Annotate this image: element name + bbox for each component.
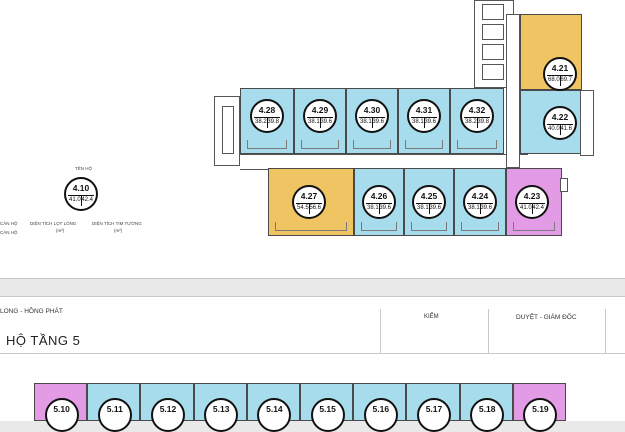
unit-code: 5.17 (425, 404, 443, 414)
legend-left-1: CĂN HỘ (0, 221, 18, 226)
badge-4-25: 4.25 38.1 39.6 (412, 185, 446, 219)
unit-code: 5.16 (372, 404, 390, 414)
unit-5-14: 5.14 (246, 383, 300, 432)
title-col-3 (605, 309, 606, 353)
legend-left-2: CĂN HỘ (0, 230, 18, 235)
lift-4 (482, 64, 504, 80)
unit-5-19: 5.19 (512, 383, 566, 432)
floor5-row: 5.10 5.11 5.12 5.13 5.14 5.15 5.16 5.17 5.18 5.19 (34, 383, 566, 432)
wing-service (580, 90, 594, 156)
floor5-sheet: LONG - HỒNG PHÁT KIỂM DUYỆT - GIÁM ĐỐC H… (0, 296, 625, 432)
left-landing (222, 106, 234, 154)
badge-4-23: 4.23 41.0 42.4 (515, 185, 549, 219)
lift-1 (482, 4, 504, 20)
unit-code: 5.12 (159, 404, 177, 414)
check-label: KIỂM (424, 314, 439, 320)
unit-code: 5.13 (212, 404, 230, 414)
unit-code: 5.10 (53, 404, 70, 414)
title-col-2 (488, 309, 489, 353)
company-name: LONG - HỒNG PHÁT (0, 308, 63, 315)
unit-code: 5.11 (106, 404, 123, 414)
legend-label-top: TÊN HỘ (75, 166, 93, 171)
badge-5-19: 5.19 (523, 398, 558, 432)
badge-5-17: 5.17 (416, 398, 451, 432)
badge-4-24: 4.24 38.1 39.6 (463, 185, 497, 219)
unit-code: 5.14 (266, 404, 283, 414)
badge-4-31: 4.31 38.1 39.6 (407, 99, 441, 133)
unit-code: 5.18 (478, 404, 496, 414)
unit-5-18: 5.18 (459, 383, 513, 432)
badge-4-22: 4.22 40.0 41.6 (543, 106, 577, 140)
unit-5-15: 5.15 (300, 383, 354, 432)
unit-5-17: 5.17 (406, 383, 460, 432)
badge-5-12: 5.12 (150, 398, 185, 432)
wing-corridor (506, 14, 520, 168)
unit-code: 5.15 (319, 404, 336, 414)
drawing-title: HỘ TẦNG 5 (6, 333, 81, 348)
legend-label-right-unit: (m²) (114, 228, 123, 233)
badge-5-13: 5.13 (204, 398, 239, 432)
legend-label-right: DIỆN TÍCH TIM TƯỜNG (92, 221, 142, 226)
legend-label-left: DIỆN TÍCH LỌT LÒNG (30, 221, 77, 226)
approve-label: DUYỆT - GIÁM ĐỐC (516, 314, 577, 321)
badge-4-30: 4.30 38.1 39.6 (355, 99, 389, 133)
unit-5-10: 5.10 (34, 383, 88, 432)
legend-label-left-unit: (m²) (56, 228, 65, 233)
balcony-4-23 (560, 178, 568, 192)
title-row-divider (0, 353, 625, 354)
unit-5-16: 5.16 (353, 383, 407, 432)
unit-5-13: 5.13 (193, 383, 247, 432)
title-col-1 (380, 309, 381, 353)
unit-code: 5.19 (532, 404, 549, 414)
badge-4-28: 4.28 38.2 39.8 (250, 99, 284, 133)
floor4-sheet: 4.28 38.2 39.8 4.29 38.1 39.6 4.30 38.1 39.… (0, 0, 625, 279)
badge-4-29: 4.29 38.1 39.6 (303, 99, 337, 133)
unit-5-12: 5.12 (140, 383, 194, 432)
legend-badge: 4.10 41.0 42.4 (64, 177, 98, 211)
badge-4-27: 4.27 54.5 56.6 (292, 185, 326, 219)
unit-5-11: 5.11 (87, 383, 141, 432)
badge-5-10: 5.10 (44, 398, 79, 432)
lift-3 (482, 44, 504, 60)
lift-2 (482, 24, 504, 40)
badge-5-16: 5.16 (363, 398, 398, 432)
badge-5-15: 5.15 (310, 398, 345, 432)
badge-5-14: 5.14 (257, 398, 292, 432)
badge-5-11: 5.11 (97, 398, 132, 432)
badge-5-18: 5.18 (470, 398, 505, 432)
badge-4-26: 4.26 38.1 39.6 (362, 185, 396, 219)
badge-4-21: 4.21 68.0 69.7 (543, 57, 577, 91)
badge-4-32: 4.32 38.2 39.8 (460, 99, 494, 133)
